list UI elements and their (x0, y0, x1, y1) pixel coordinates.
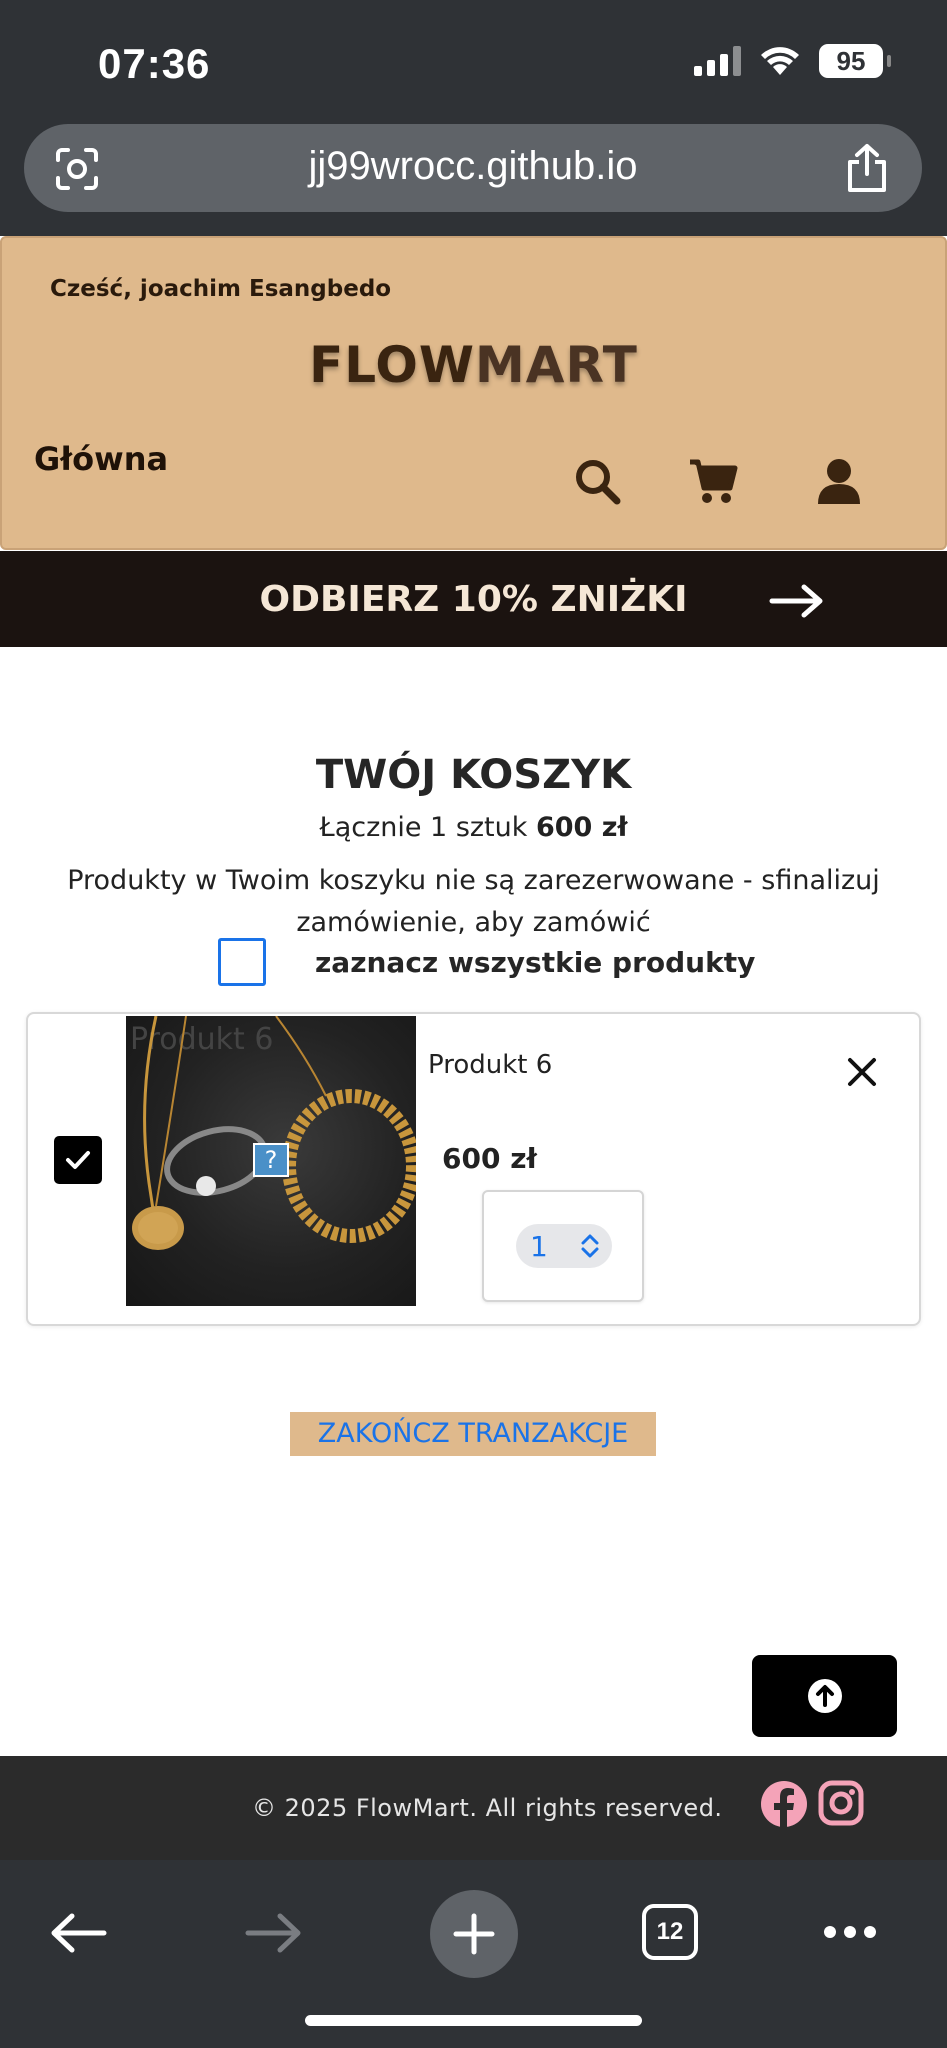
wifi-icon (761, 47, 799, 75)
promo-banner[interactable]: ODBIERZ 10% ZNIŻKI (0, 551, 947, 647)
quantity-container: 1 (482, 1190, 644, 1302)
site-footer: © 2025 FlowMart. All rights reserved. (0, 1756, 947, 1860)
item-select-checkbox[interactable] (54, 1136, 102, 1184)
address-bar[interactable]: jj99wrocc.github.io (24, 124, 922, 212)
instagram-icon[interactable] (818, 1780, 864, 1826)
site-logo[interactable]: FLOWMART (2, 336, 945, 394)
quantity-value[interactable]: 1 (530, 1230, 548, 1263)
footer-copyright: © 2025 FlowMart. All rights reserved. (252, 1794, 723, 1822)
arrow-right-icon[interactable] (768, 581, 828, 621)
user-greeting: Cześć, joachim Esangbedo (50, 276, 392, 302)
more-options-icon[interactable] (822, 1922, 878, 1942)
site-header: Cześć, joachim Esangbedo FLOWMART Główna (0, 236, 947, 550)
checkout-button[interactable]: ZAKOŃCZ TRANZAKCJE (290, 1412, 656, 1456)
battery-indicator: 95 (819, 44, 891, 78)
status-time: 07:36 (98, 40, 211, 87)
chevron-up-down-icon[interactable] (578, 1232, 602, 1260)
cart-reservation-note: Produkty w Twoim koszyku nie są zarezerw… (67, 865, 880, 938)
logo-part-2: MART (475, 336, 638, 394)
cart-icon[interactable] (688, 456, 738, 506)
logo-part-1: FLOW (309, 336, 476, 394)
url-text[interactable]: jj99wrocc.github.io (24, 144, 922, 189)
back-arrow-icon[interactable] (48, 1908, 108, 1958)
facebook-icon[interactable] (760, 1780, 808, 1828)
plus-icon (453, 1913, 495, 1955)
svg-text:?: ? (265, 1146, 278, 1174)
forward-arrow-icon[interactable] (244, 1908, 304, 1958)
product-name[interactable]: Produkt 6 (428, 1050, 552, 1080)
browser-toolbar: 12 (0, 1860, 947, 2048)
select-all-checkbox[interactable] (218, 938, 266, 986)
nav-link-home[interactable]: Główna (34, 440, 168, 478)
cellular-signal-icon (694, 46, 741, 76)
home-indicator (305, 2015, 642, 2026)
cart-total: Łącznie 1 sztuk 600 zł (0, 812, 947, 843)
close-icon[interactable] (846, 1056, 878, 1088)
product-price: 600 zł (442, 1142, 537, 1175)
ios-status-and-url-area: 07:36 95 jj99wrocc.github.io (0, 0, 947, 236)
product-image[interactable]: Produkt 6 ? (126, 1016, 416, 1306)
cart-total-prefix: Łącznie 1 sztuk (319, 812, 536, 843)
status-indicators: 95 (694, 44, 891, 78)
cart-item: Produkt 6 ? Produkt 6 600 zł 1 (26, 1012, 921, 1326)
cart-title: TWÓJ KOSZYK (315, 752, 632, 798)
user-account-icon[interactable] (814, 456, 864, 506)
quantity-select[interactable]: 1 (516, 1224, 612, 1268)
search-icon[interactable] (572, 456, 622, 506)
tabs-button[interactable]: 12 (642, 1904, 698, 1960)
jewelry-photo-illustration: ? (132, 1016, 416, 1250)
select-all-label[interactable]: zaznacz wszystkie produkty (315, 946, 755, 979)
battery-level: 95 (836, 45, 866, 76)
checkmark-icon (66, 1151, 90, 1169)
share-icon[interactable] (844, 142, 890, 194)
cart-total-amount: 600 zł (535, 812, 628, 843)
arrow-up-circle-icon (808, 1679, 842, 1713)
scroll-to-top-button[interactable] (752, 1655, 897, 1737)
new-tab-button[interactable] (430, 1890, 518, 1978)
